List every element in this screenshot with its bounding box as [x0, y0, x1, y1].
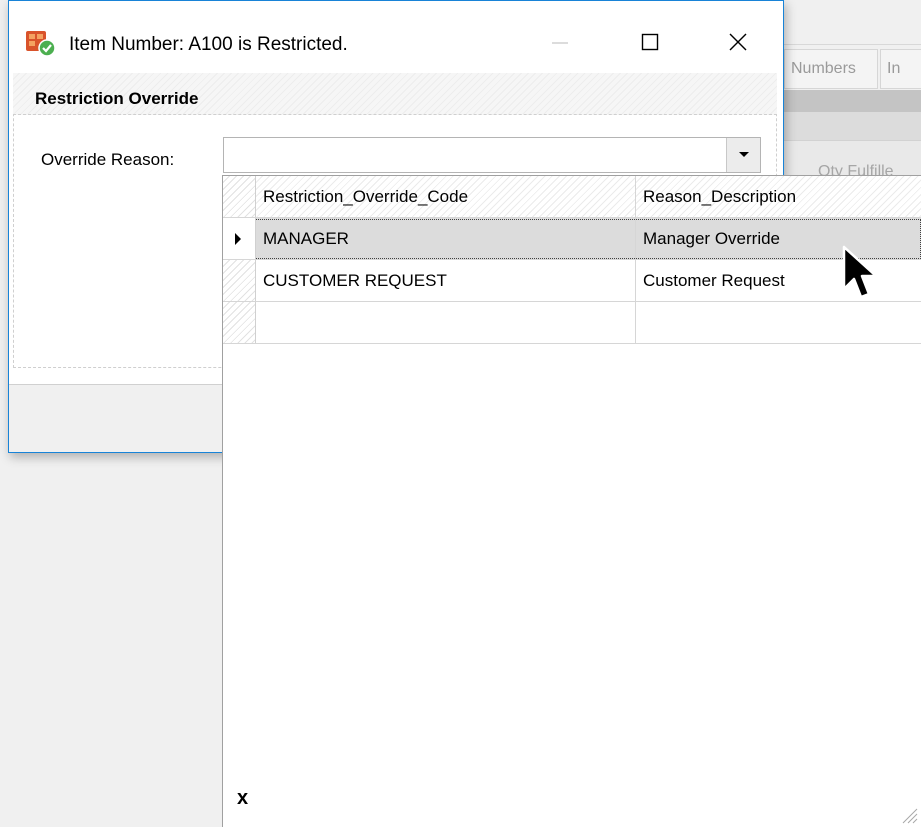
minimize-icon — [552, 42, 568, 44]
current-row-arrow-icon — [235, 233, 241, 245]
background-toolbar — [784, 0, 921, 44]
app-icon — [26, 31, 56, 57]
row-indicator — [223, 260, 256, 301]
row-indicator — [223, 218, 256, 259]
close-button[interactable] — [709, 19, 767, 65]
dropdown-arrow-icon — [738, 152, 749, 157]
override-reason-label: Override Reason: — [41, 150, 175, 169]
background-grid-header: Qty Fulfille — [784, 140, 921, 180]
resize-grip-icon[interactable] — [897, 803, 919, 825]
dropdown-button[interactable] — [726, 138, 760, 172]
grid-row-empty[interactable] — [223, 302, 921, 344]
background-panel-bar — [784, 90, 921, 112]
row-indicator — [223, 302, 256, 343]
background-tab-strip: Numbers In — [784, 44, 921, 90]
cell-description[interactable] — [636, 302, 921, 343]
dialog-title: Item Number: A100 is Restricted. — [69, 34, 348, 55]
maximize-button[interactable] — [621, 19, 679, 65]
override-reason-dropdown-grid: Restriction_Override_Code Reason_Descrip… — [222, 175, 921, 827]
cell-code[interactable]: CUSTOMER REQUEST — [256, 260, 636, 301]
background-tab-in[interactable]: In — [880, 49, 921, 89]
column-header-code[interactable]: Restriction_Override_Code — [256, 176, 636, 217]
grid-row-manager[interactable]: MANAGER Manager Override — [223, 218, 921, 260]
background-panel-bar-light — [784, 112, 921, 140]
background-tab-numbers[interactable]: Numbers — [784, 49, 878, 89]
row-indicator-header — [223, 176, 256, 217]
minimize-button[interactable] — [531, 19, 589, 65]
grid-row-customer-request[interactable]: CUSTOMER REQUEST Customer Request — [223, 260, 921, 302]
column-header-description[interactable]: Reason_Description — [636, 176, 921, 217]
override-reason-combobox[interactable] — [223, 137, 761, 173]
close-popup-button[interactable]: x — [237, 788, 248, 808]
maximize-icon — [641, 33, 659, 51]
cell-code[interactable] — [256, 302, 636, 343]
group-header: Restriction Override — [13, 73, 777, 115]
group-title: Restriction Override — [35, 89, 199, 108]
title-bar[interactable]: Item Number: A100 is Restricted. — [9, 1, 783, 71]
cell-code[interactable]: MANAGER — [256, 218, 636, 259]
close-icon — [729, 33, 747, 51]
mouse-cursor-icon — [842, 245, 878, 299]
grid-header-row: Restriction_Override_Code Reason_Descrip… — [223, 176, 921, 218]
